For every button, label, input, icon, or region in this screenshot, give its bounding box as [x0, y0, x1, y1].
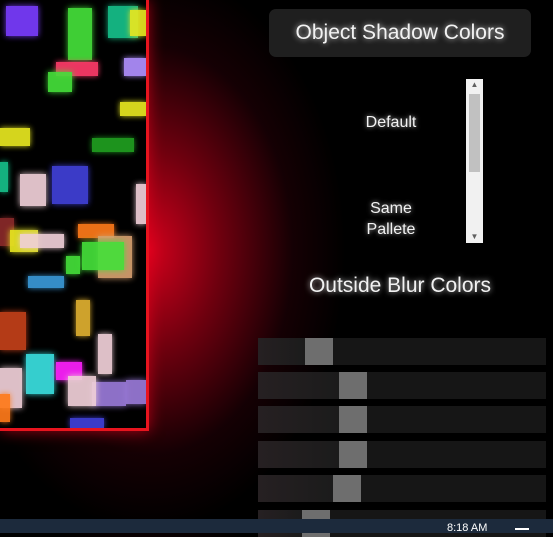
canvas-shape: [48, 72, 72, 92]
blur-slider-5[interactable]: [258, 475, 546, 502]
scroll-down-icon[interactable]: ▼: [466, 231, 483, 243]
slider-fill: [258, 406, 339, 433]
slider-thumb[interactable]: [339, 441, 367, 468]
canvas-shape: [92, 138, 134, 152]
slider-fill: [258, 441, 339, 468]
taskbar-clock[interactable]: 8:18 AM: [447, 522, 487, 534]
option-default-label: Default: [365, 114, 417, 131]
option-same-pallete-label: Same Pallete: [366, 200, 416, 238]
slider-fill: [258, 338, 305, 365]
blur-slider-1[interactable]: [258, 338, 546, 365]
scroll-up-icon[interactable]: ▲: [466, 79, 483, 91]
canvas-shape: [98, 334, 112, 374]
canvas-shape: [52, 166, 88, 204]
canvas-shape: [136, 184, 146, 224]
canvas-shape: [0, 162, 8, 192]
option-same-pallete[interactable]: Same Pallete: [316, 177, 466, 240]
slider-thumb[interactable]: [339, 372, 367, 399]
canvas-shape: [82, 242, 124, 270]
canvas-shape: [68, 8, 92, 60]
animation-canvas: [0, 0, 149, 431]
canvas-shape: [28, 276, 64, 288]
canvas-shape: [126, 380, 146, 404]
outside-blur-colors-heading: Outside Blur Colors: [308, 274, 492, 297]
canvas-shape: [0, 128, 30, 146]
slider-thumb[interactable]: [339, 406, 367, 433]
slider-fill: [258, 475, 333, 502]
notifications-icon[interactable]: [515, 528, 529, 530]
option-default[interactable]: Default: [316, 112, 466, 133]
taskbar: 8:18 AM: [0, 519, 553, 534]
canvas-shape: [0, 394, 10, 422]
canvas-shape: [66, 256, 80, 274]
canvas-shape: [120, 102, 146, 116]
object-shadow-colors-button[interactable]: Object Shadow Colors: [269, 9, 531, 57]
shadow-colors-listbox[interactable]: Default Same Pallete ▲ ▼: [316, 79, 483, 243]
blur-slider-3[interactable]: [258, 406, 546, 433]
canvas-shape: [20, 174, 46, 206]
canvas-shape: [124, 58, 146, 76]
listbox-scrollbar[interactable]: ▲ ▼: [466, 79, 483, 243]
canvas-shape: [92, 382, 126, 406]
slider-thumb[interactable]: [305, 338, 333, 365]
canvas-shape: [26, 354, 54, 394]
canvas-shape: [76, 300, 90, 336]
canvas-shape: [20, 234, 64, 248]
slider-fill: [258, 372, 339, 399]
blur-slider-2[interactable]: [258, 372, 546, 399]
object-shadow-colors-label: Object Shadow Colors: [295, 21, 505, 44]
canvas-shape: [68, 376, 96, 406]
canvas-shape: [70, 418, 104, 428]
blur-slider-4[interactable]: [258, 441, 546, 468]
slider-thumb[interactable]: [333, 475, 361, 502]
canvas-shape: [0, 312, 26, 350]
canvas-shape: [6, 6, 38, 36]
canvas-shape: [130, 10, 146, 36]
scrollbar-thumb[interactable]: [469, 94, 480, 172]
